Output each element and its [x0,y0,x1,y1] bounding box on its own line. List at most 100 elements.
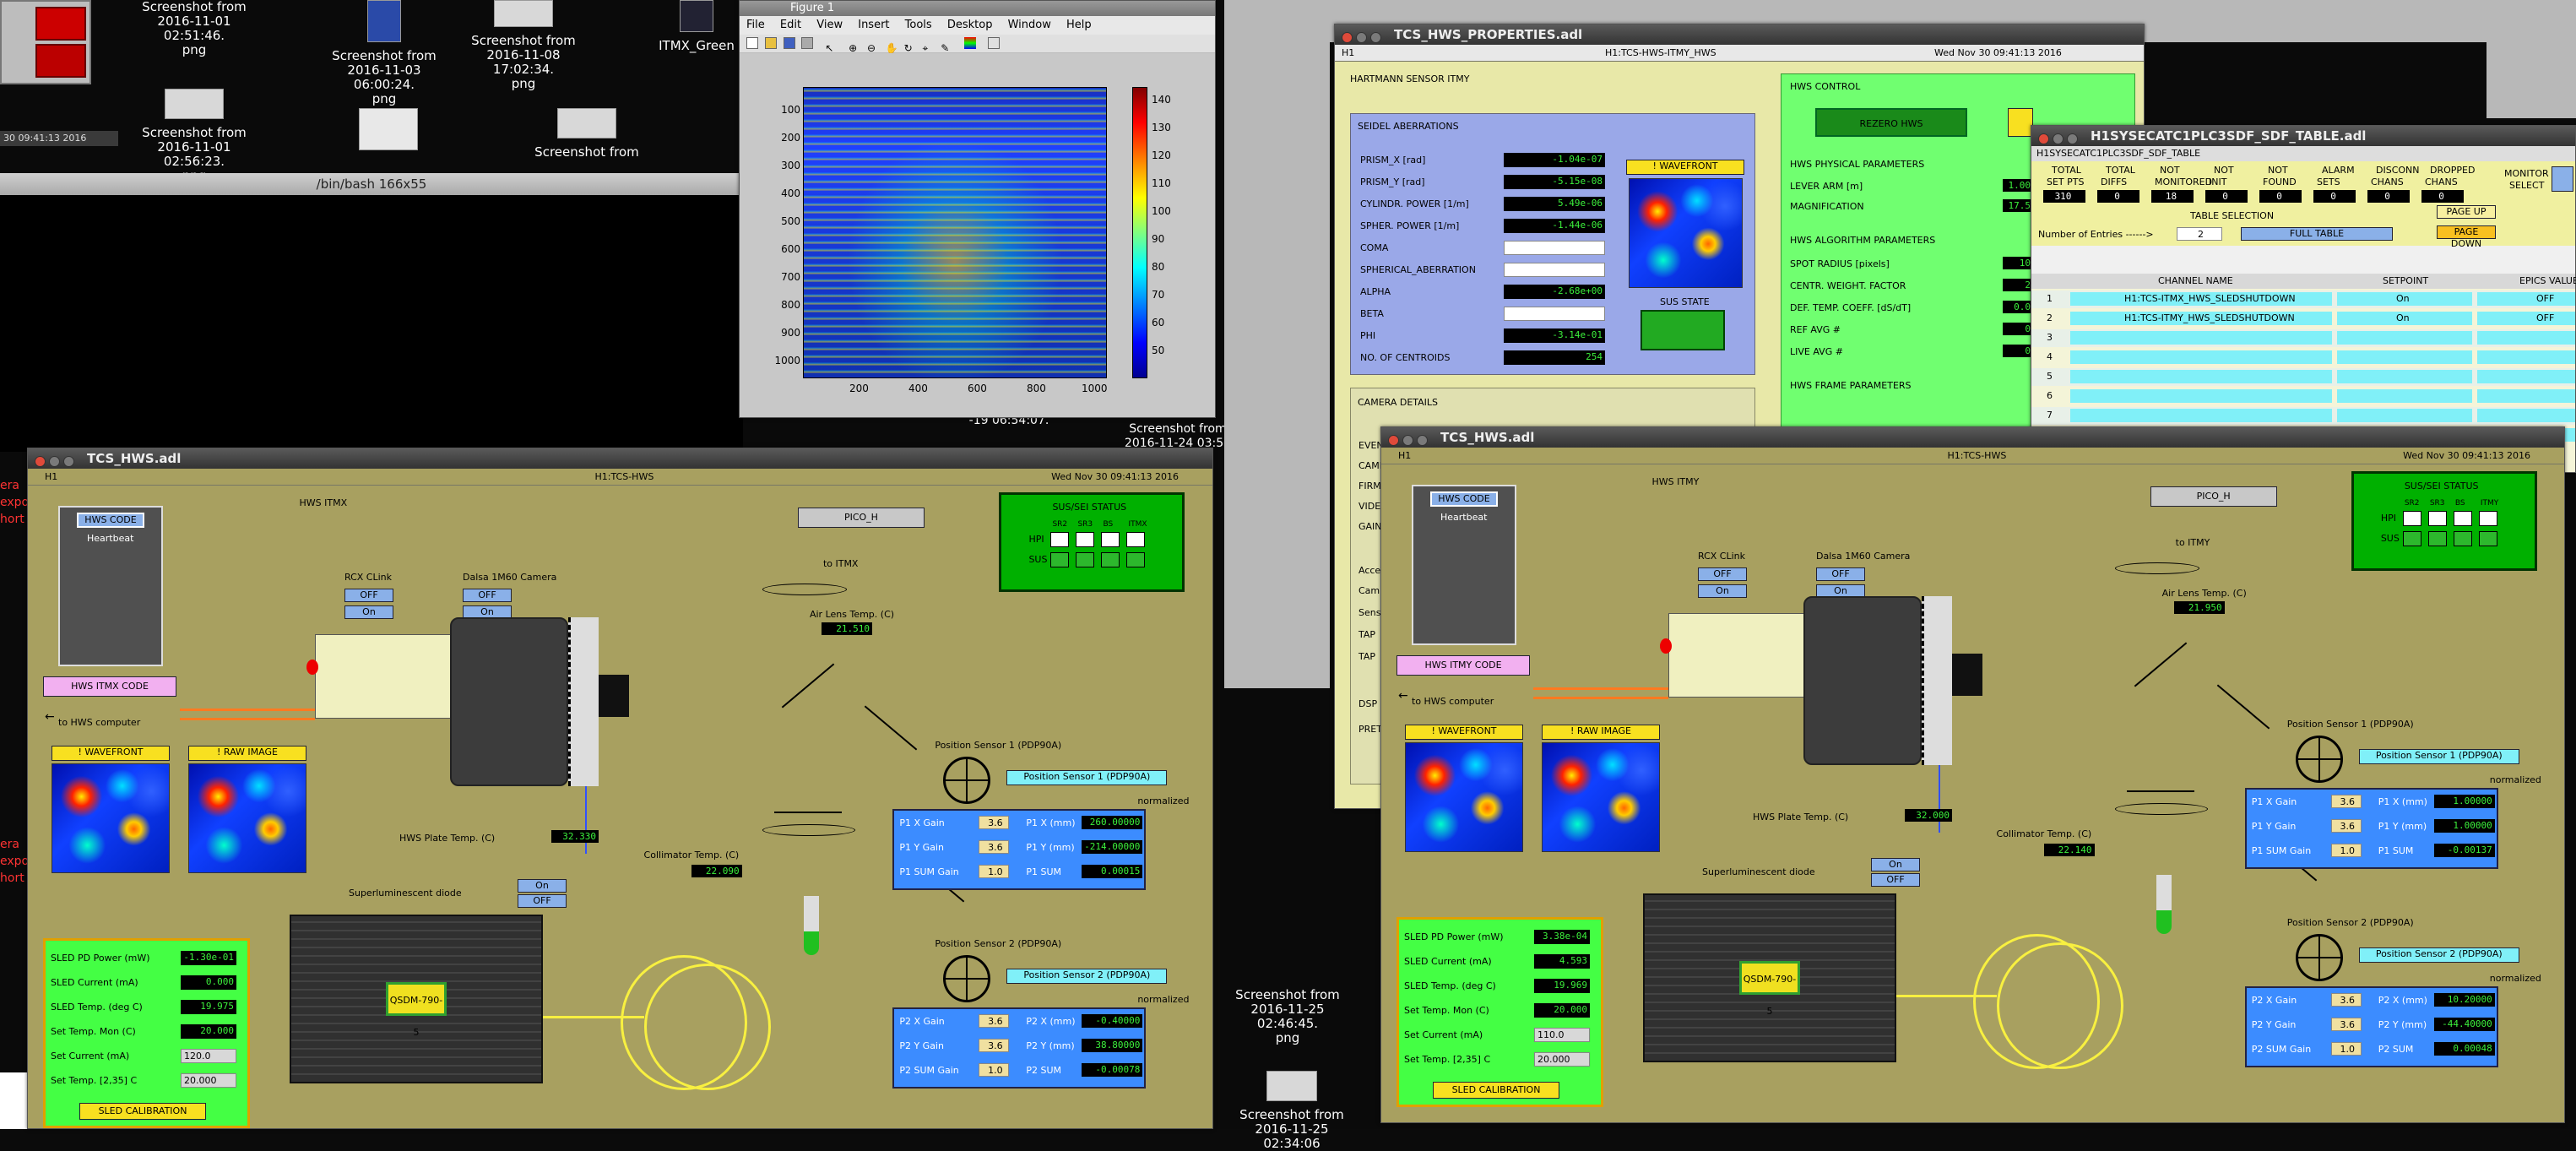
sdf-table-row[interactable]: 2 H1:TCS-ITMY_HWS_SLEDSHUTDOWN On OFF [2031,310,2575,328]
desktop-icon-screenshot[interactable]: Screenshot from 2016-11-24 03:56 [1114,422,1241,451]
hws-titlebar[interactable]: TCS_HWS.adl [1381,427,2564,448]
wavefront-button[interactable]: ! WAVEFRONT [1626,160,1744,175]
terminal-window[interactable]: /bin/bash 166x55 [0,173,743,452]
menu-view[interactable]: View [816,19,843,31]
properties-titlebar[interactable]: TCS_HWS_PROPERTIES.adl [1335,24,2144,45]
table-selection-dropdown[interactable]: FULL TABLE [2241,227,2393,241]
close-icon[interactable] [1342,32,1353,43]
sdf-table-row[interactable]: 7 [2031,407,2575,425]
hws-code-button[interactable]: HWS ITMX CODE [43,676,176,697]
maximize-icon[interactable] [2067,133,2078,144]
sdf-table-window[interactable]: H1SYSECATC1PLC3SDF_SDF_TABLE.adl H1SYSEC… [2031,125,2576,473]
menu-file[interactable]: File [746,19,765,31]
desktop-icon-screenshot[interactable]: Screenshot from 2016-11-01 02:51:46. png [131,0,258,57]
sdf-table-row[interactable]: 5 [2031,368,2575,386]
gain-value[interactable]: 3.6 [979,1014,1010,1028]
gain-value[interactable]: 3.6 [2330,795,2362,808]
minimize-icon[interactable] [1356,32,1367,43]
menu-insert[interactable]: Insert [858,19,889,31]
save-icon[interactable] [783,37,795,49]
menu-edit[interactable]: Edit [780,19,801,31]
wavefront-button[interactable]: ! WAVEFRONT [52,746,170,761]
brush-icon[interactable]: ✎ [941,42,952,54]
minimize-icon[interactable] [49,456,60,467]
desktop-icon-itmx-green[interactable]: ITMX_Green [650,0,743,53]
close-icon[interactable] [35,456,46,467]
hws-itmx-window[interactable]: TCS_HWS.adl H1 H1:TCS-HWS Wed Nov 30 09:41:… [27,448,1213,1129]
desktop-icon-screenshot[interactable]: Screenshot from 2016-11-03 06:00:24. png [321,0,447,106]
gain-value[interactable]: 1.0 [979,865,1010,878]
rotate-icon[interactable]: ↻ [904,42,916,54]
menu-help[interactable]: Help [1066,19,1092,31]
hws-code-button[interactable]: HWS ITMY CODE [1396,655,1530,676]
desktop-icon-screenshot[interactable]: Screenshot from 2016-11-25 02:34:06 [1228,1071,1355,1151]
close-icon[interactable] [1388,435,1399,446]
desktop-icon-screenshot[interactable]: Screenshot from 2016-11-01 02:56:23. png [131,89,258,183]
desktop-icon-screenshot[interactable]: Screenshot from 2016-11-08 17:02:34. png [460,0,587,91]
dalsa-off-button[interactable]: OFF [1816,567,1865,581]
sdf-table-row[interactable]: 3 [2031,329,2575,347]
menu-window[interactable]: Window [1008,19,1051,31]
hws-itmy-window[interactable]: TCS_HWS.adl H1 H1:TCS-HWS Wed Nov 30 09:41:… [1380,426,2565,1123]
sled-value[interactable]: 20.000 [1534,1052,1590,1067]
sdf-titlebar[interactable]: H1SYSECATC1PLC3SDF_SDF_TABLE.adl [2031,126,2575,146]
sled-value[interactable]: 20.000 [181,1073,236,1088]
gain-value[interactable]: 3.6 [979,1039,1010,1052]
rezero-hws-button[interactable]: REZERO HWS [1815,108,1967,137]
raw-image-button[interactable]: ! RAW IMAGE [188,746,306,761]
gain-value[interactable]: 1.0 [2330,844,2362,857]
pico-button[interactable]: PICO_H [2150,486,2277,507]
sdf-table-row[interactable]: 1 H1:TCS-ITMX_HWS_SLEDSHUTDOWN On OFF [2031,290,2575,308]
datacursor-icon[interactable]: ⌖ [922,42,934,54]
desktop-app-launcher[interactable] [0,0,91,84]
hws-titlebar[interactable]: TCS_HWS.adl [28,448,1212,469]
sdf-table-row[interactable]: 6 [2031,388,2575,405]
position-sensor-button[interactable]: Position Sensor 2 (PDP90A) [1006,969,1168,984]
figure-window[interactable]: Figure 1 File Edit View Insert Tools Des… [739,0,1216,418]
maximize-icon[interactable] [1417,435,1428,446]
zoom-out-icon[interactable]: ⊖ [867,42,879,54]
page-down-button[interactable]: PAGE DOWN [2437,225,2496,249]
minimize-icon[interactable] [2053,133,2064,144]
legend-icon[interactable] [987,37,1000,49]
position-sensor-button[interactable]: Position Sensor 1 (PDP90A) [1006,770,1168,785]
zoom-in-icon[interactable]: ⊕ [849,42,860,54]
desktop-icon-screenshot[interactable]: Screenshot from [523,108,650,160]
sled-value[interactable]: 120.0 [181,1049,236,1063]
menu-tools[interactable]: Tools [905,19,932,31]
sld-off-button[interactable]: OFF [1871,873,1920,887]
maximize-icon[interactable] [63,456,74,467]
rcx-on-button[interactable]: On [344,605,393,619]
print-icon[interactable] [801,37,814,49]
gain-value[interactable]: 1.0 [979,1063,1010,1077]
position-sensor-button[interactable]: Position Sensor 2 (PDP90A) [2358,947,2519,963]
gain-value[interactable]: 1.0 [2330,1042,2362,1056]
maximize-icon[interactable] [1370,32,1381,43]
sled-calibration-button[interactable]: SLED CALIBRATION [79,1103,206,1120]
position-sensor-button[interactable]: Position Sensor 1 (PDP90A) [2358,749,2519,764]
colorbar-icon[interactable] [964,37,977,49]
open-icon[interactable] [764,37,777,49]
terminal-titlebar[interactable]: /bin/bash 166x55 [0,173,743,195]
gain-value[interactable]: 3.6 [2330,1018,2362,1031]
minimize-icon[interactable] [1402,435,1413,446]
close-icon[interactable] [2038,133,2049,144]
sled-value[interactable]: 110.0 [1534,1028,1590,1042]
rcx-off-button[interactable]: OFF [1698,567,1747,581]
figure-titlebar[interactable]: Figure 1 [740,1,1215,16]
menu-desktop[interactable]: Desktop [947,19,993,31]
gain-value[interactable]: 3.6 [979,840,1010,854]
pico-button[interactable]: PICO_H [797,508,925,528]
desktop-thumbnail[interactable] [359,108,418,150]
gain-value[interactable]: 3.6 [979,816,1010,829]
gain-value[interactable]: 3.6 [2330,993,2362,1007]
sld-on-button[interactable]: On [518,879,567,893]
page-up-button[interactable]: PAGE UP [2437,205,2496,219]
sld-off-button[interactable]: OFF [518,894,567,908]
dalsa-off-button[interactable]: OFF [463,589,512,602]
gain-value[interactable]: 3.6 [2330,819,2362,833]
update-button[interactable] [2008,108,2033,137]
raw-image-button[interactable]: ! RAW IMAGE [1542,725,1660,740]
sld-on-button[interactable]: On [1871,858,1920,871]
wavefront-button[interactable]: ! WAVEFRONT [1405,725,1523,740]
